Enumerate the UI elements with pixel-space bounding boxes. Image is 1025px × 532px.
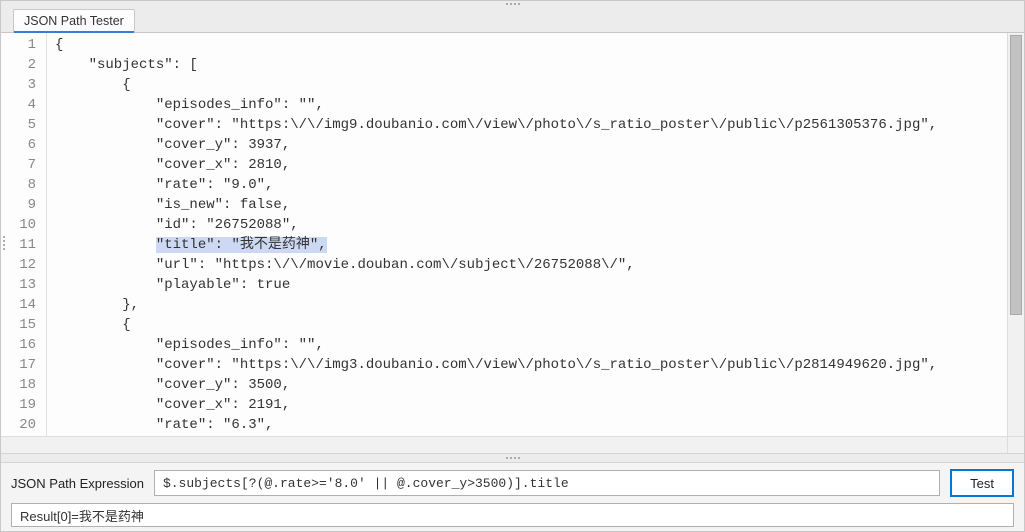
highlighted-text: "title": "我不是药神", xyxy=(156,237,327,253)
code-content[interactable]: { "subjects": [ { "episodes_info": "", "… xyxy=(47,33,945,436)
code-line[interactable]: { xyxy=(55,35,937,55)
code-line[interactable]: "rate": "9.0", xyxy=(55,175,937,195)
tab-json-path-tester[interactable]: JSON Path Tester xyxy=(13,9,135,33)
line-number: 16 xyxy=(5,335,36,355)
line-number: 6 xyxy=(5,135,36,155)
line-number: 11 xyxy=(5,235,36,255)
line-number: 13 xyxy=(5,275,36,295)
code-line[interactable]: "playable": true xyxy=(55,275,937,295)
expression-row: JSON Path Expression Test xyxy=(11,469,1014,497)
line-number: 8 xyxy=(5,175,36,195)
line-number: 17 xyxy=(5,355,36,375)
tab-bar: JSON Path Tester xyxy=(1,7,1024,33)
code-editor[interactable]: 123456789101112131415161718192021 { "sub… xyxy=(1,33,1007,436)
code-line[interactable]: "is_new": false, xyxy=(55,195,937,215)
line-number: 14 xyxy=(5,295,36,315)
code-line[interactable]: { xyxy=(55,315,937,335)
expression-input[interactable] xyxy=(154,470,940,496)
line-number-gutter: 123456789101112131415161718192021 xyxy=(1,33,47,436)
code-line[interactable]: "id": "26752088", xyxy=(55,215,937,235)
code-line[interactable]: }, xyxy=(55,295,937,315)
code-line[interactable]: "episodes_info": "", xyxy=(55,95,937,115)
code-line[interactable]: "cover_y": 3500, xyxy=(55,375,937,395)
line-number: 10 xyxy=(5,215,36,235)
line-number: 9 xyxy=(5,195,36,215)
code-line[interactable]: "cover": "https:\/\/img9.doubanio.com\/v… xyxy=(55,115,937,135)
line-number: 18 xyxy=(5,375,36,395)
code-line[interactable]: "cover_x": 2810, xyxy=(55,155,937,175)
line-number: 2 xyxy=(5,55,36,75)
app-window: JSON Path Tester 12345678910111213141516… xyxy=(0,0,1025,532)
line-number: 4 xyxy=(5,95,36,115)
line-number: 5 xyxy=(5,115,36,135)
result-text: Result[0]=我不是药神 xyxy=(20,506,144,525)
horizontal-splitter[interactable] xyxy=(1,453,1024,463)
left-grip[interactable] xyxy=(3,236,5,250)
scroll-corner xyxy=(1007,436,1024,453)
line-number: 15 xyxy=(5,315,36,335)
code-line[interactable]: "subjects": [ xyxy=(55,55,937,75)
test-button[interactable]: Test xyxy=(950,469,1014,497)
code-line[interactable]: "cover": "https:\/\/img3.doubanio.com\/v… xyxy=(55,355,937,375)
line-number: 7 xyxy=(5,155,36,175)
line-number: 3 xyxy=(5,75,36,95)
horizontal-scrollbar[interactable] xyxy=(1,436,1007,453)
code-line[interactable]: "cover_y": 3937, xyxy=(55,135,937,155)
bottom-panel: JSON Path Expression Test Result[0]=我不是药… xyxy=(1,463,1024,531)
line-number: 19 xyxy=(5,395,36,415)
vertical-scrollbar-thumb[interactable] xyxy=(1010,35,1022,315)
tab-label: JSON Path Tester xyxy=(24,14,124,28)
code-line[interactable]: "url": "https:\/\/movie.douban.com\/subj… xyxy=(55,255,937,275)
line-number: 21 xyxy=(5,435,36,436)
line-number: 1 xyxy=(5,35,36,55)
line-number: 20 xyxy=(5,415,36,435)
code-line[interactable]: "rate": "6.3", xyxy=(55,415,937,435)
expression-label: JSON Path Expression xyxy=(11,476,144,491)
code-line[interactable]: "cover_x": 2191, xyxy=(55,395,937,415)
result-output[interactable]: Result[0]=我不是药神 xyxy=(11,503,1014,527)
editor-area: 123456789101112131415161718192021 { "sub… xyxy=(1,33,1024,453)
code-line[interactable]: { xyxy=(55,75,937,95)
line-number: 12 xyxy=(5,255,36,275)
vertical-scrollbar[interactable] xyxy=(1007,33,1024,436)
code-line[interactable]: "title": "我不是药神", xyxy=(55,235,937,255)
code-line[interactable]: "episodes_info": "", xyxy=(55,335,937,355)
